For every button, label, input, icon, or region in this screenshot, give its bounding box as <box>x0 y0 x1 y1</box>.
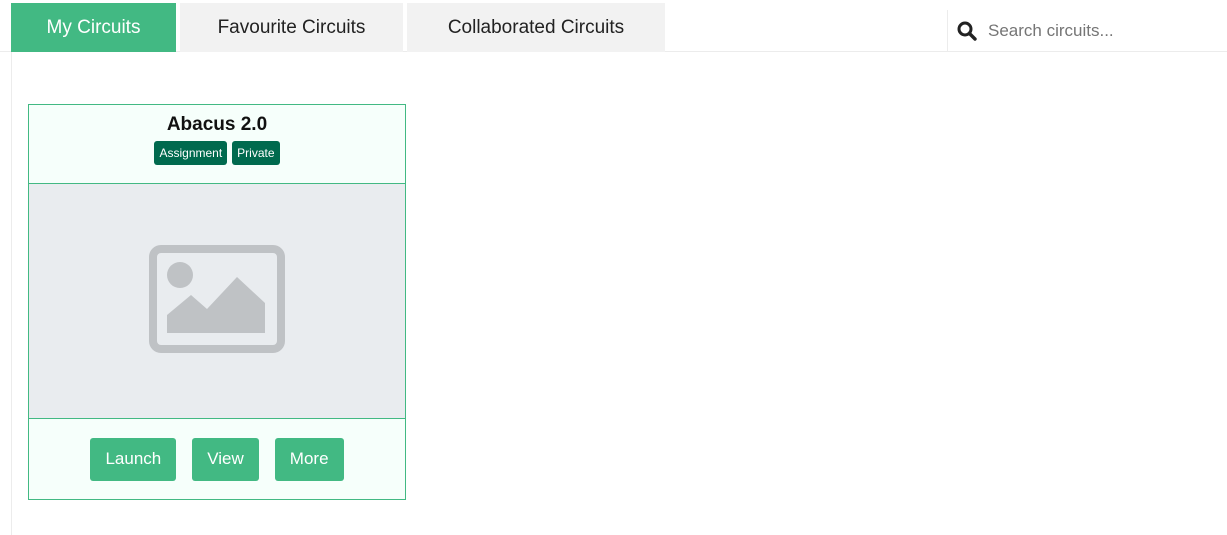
circuits-page: My Circuits Favourite Circuits Collabora… <box>0 0 1227 535</box>
circuit-card-actions: Launch View More <box>29 419 405 499</box>
image-placeholder-icon <box>149 244 285 358</box>
circuit-title: Abacus 2.0 <box>166 114 268 135</box>
badge-assignment: Assignment <box>154 141 228 165</box>
search-icon[interactable] <box>956 20 978 42</box>
launch-button[interactable]: Launch <box>90 437 177 481</box>
view-button[interactable]: View <box>192 437 259 481</box>
circuit-thumbnail[interactable] <box>29 184 405 419</box>
circuit-badges: Assignment Private <box>29 141 405 165</box>
content-divider <box>11 52 12 535</box>
circuit-tabs: My Circuits Favourite Circuits Collabora… <box>0 0 1227 52</box>
tab-my-circuits[interactable]: My Circuits <box>11 3 176 52</box>
badge-private: Private <box>232 141 280 165</box>
circuit-card: Abacus 2.0 Assignment Private Launch Vie… <box>28 104 406 500</box>
tab-favourite-circuits[interactable]: Favourite Circuits <box>180 3 403 52</box>
more-button[interactable]: More <box>274 437 344 481</box>
tab-collaborated-circuits[interactable]: Collaborated Circuits <box>407 3 665 52</box>
search-input[interactable] <box>988 21 1208 41</box>
search-box <box>947 10 1227 52</box>
circuit-card-header: Abacus 2.0 Assignment Private <box>29 105 405 184</box>
